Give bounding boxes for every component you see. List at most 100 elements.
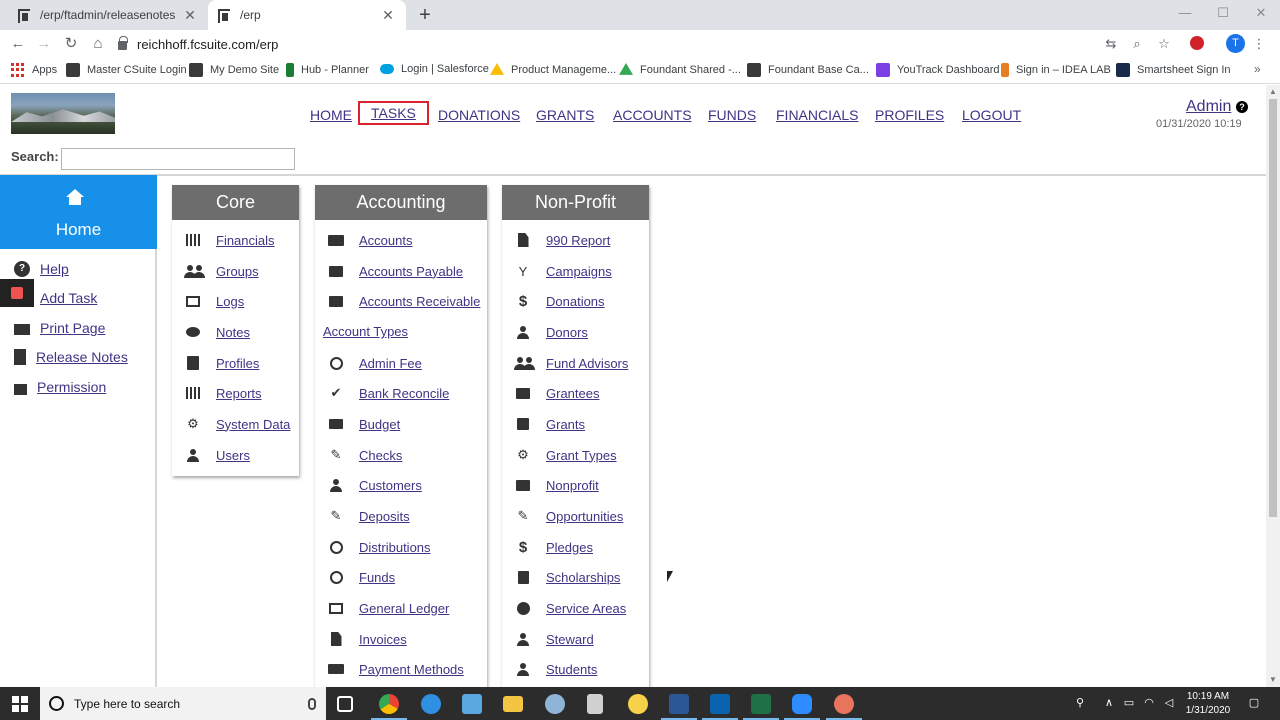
list-item[interactable]: Financials <box>184 232 275 248</box>
link[interactable]: Customers <box>359 478 422 493</box>
tool-icon[interactable] <box>462 694 482 714</box>
list-item[interactable]: Students <box>514 661 597 677</box>
list-item[interactable]: $ Donations <box>514 293 605 310</box>
link[interactable]: Service Areas <box>546 601 626 616</box>
edge-icon[interactable] <box>421 694 441 714</box>
browser-tab[interactable]: /erp/ftadmin/releasenotes ✕ <box>8 0 208 30</box>
scrollbar-thumb[interactable] <box>1269 99 1277 517</box>
link[interactable]: Pledges <box>546 540 593 555</box>
nav-funds[interactable]: FUNDS <box>708 107 756 123</box>
link[interactable]: Students <box>546 662 597 677</box>
link[interactable]: Grantees <box>546 386 599 401</box>
link[interactable]: Admin Fee <box>359 356 422 371</box>
question-circle-icon[interactable]: ? <box>1236 101 1248 113</box>
link[interactable]: System Data <box>216 417 290 432</box>
link[interactable]: Nonprofit <box>546 478 599 493</box>
nav-tasks[interactable]: TASKS <box>358 101 429 125</box>
list-item[interactable]: Logs <box>184 293 244 309</box>
link[interactable]: Grant Types <box>546 448 617 463</box>
home-tile[interactable]: Home <box>0 175 157 249</box>
paint-icon[interactable] <box>545 694 565 714</box>
system-clock[interactable]: 10:19 AM 1/31/2020 <box>1180 690 1236 718</box>
bookmarks-overflow-icon[interactable]: » <box>1254 62 1261 76</box>
chrome-icon[interactable] <box>379 694 399 714</box>
list-item[interactable]: Fund Advisors <box>514 355 628 371</box>
list-item[interactable]: Reports <box>184 385 262 401</box>
link[interactable]: Opportunities <box>546 509 623 524</box>
link[interactable]: Scholarships <box>546 570 620 585</box>
link[interactable]: Notes <box>216 325 250 340</box>
scroll-up-icon[interactable]: ▲ <box>1269 87 1277 96</box>
taskbar-search[interactable]: Type here to search <box>40 687 326 720</box>
list-item[interactable]: $ Pledges <box>514 539 593 556</box>
link[interactable]: Donors <box>546 325 588 340</box>
volume-icon[interactable]: ◁ <box>1160 687 1178 720</box>
list-item[interactable]: 990 Report <box>514 232 610 248</box>
list-item[interactable]: ⚙ Grant Types <box>514 447 617 463</box>
bookmark-item[interactable]: Product Manageme... <box>490 63 616 77</box>
nav-donations[interactable]: DONATIONS <box>438 107 520 123</box>
nav-financials[interactable]: FINANCIALS <box>776 107 858 123</box>
list-item[interactable]: ✎ Opportunities <box>514 508 624 524</box>
close-icon[interactable]: ✕ <box>380 7 396 24</box>
page-scrollbar[interactable]: ▲ ▼ <box>1266 85 1280 687</box>
link[interactable]: Reports <box>216 386 262 401</box>
bookmark-item[interactable]: Smartsheet Sign In <box>1116 63 1231 77</box>
people-icon[interactable]: ⚲ <box>1070 687 1090 720</box>
bookmark-item[interactable]: Hub - Planner <box>286 63 369 77</box>
link[interactable]: Budget <box>359 417 400 432</box>
windows-start-icon[interactable] <box>12 696 28 712</box>
list-item[interactable]: General Ledger <box>327 600 449 616</box>
bookmark-apps[interactable]: Apps <box>11 63 57 77</box>
scroll-down-icon[interactable]: ▼ <box>1269 675 1277 684</box>
link[interactable]: Financials <box>216 233 275 248</box>
sidebar-item-label[interactable]: Release Notes <box>36 349 128 365</box>
menu-dots-icon[interactable]: ⋮ <box>1249 34 1269 54</box>
zoom-icon[interactable] <box>792 694 812 714</box>
link[interactable]: Deposits <box>359 509 410 524</box>
list-item[interactable]: Profiles <box>184 355 259 371</box>
nav-accounts[interactable]: ACCOUNTS <box>613 107 692 123</box>
list-item[interactable]: Payment Methods <box>327 661 464 677</box>
chevron-up-icon[interactable]: ∧ <box>1100 687 1118 720</box>
link[interactable]: Logs <box>216 294 244 309</box>
link[interactable]: Payment Methods <box>359 662 464 677</box>
list-item[interactable]: Accounts Receivable <box>327 293 480 309</box>
list-item[interactable]: Invoices <box>327 631 407 647</box>
minimize-icon[interactable]: — <box>1166 0 1204 30</box>
link[interactable]: Donations <box>546 294 605 309</box>
link[interactable]: Accounts Receivable <box>359 294 480 309</box>
search-input[interactable] <box>61 148 295 170</box>
bookmark-item[interactable]: Login | Salesforce <box>380 63 489 75</box>
list-item[interactable]: Grants <box>514 416 585 432</box>
home-icon[interactable]: ⌂ <box>88 34 108 54</box>
nav-logout[interactable]: LOGOUT <box>962 107 1021 123</box>
sidebar-item-label[interactable]: Print Page <box>40 320 105 336</box>
list-item[interactable]: Service Areas <box>514 600 626 616</box>
bookmark-item[interactable]: Foundant Shared -... <box>619 63 741 77</box>
task-view-icon[interactable] <box>337 696 353 712</box>
list-item[interactable]: Budget <box>327 416 400 432</box>
microphone-icon[interactable] <box>308 697 316 710</box>
url-field[interactable]: reichhoff.fcsuite.com/erp <box>118 33 1158 55</box>
list-item[interactable]: Distributions <box>327 539 431 555</box>
nav-home[interactable]: HOME <box>310 107 352 123</box>
bookmark-item[interactable]: My Demo Site <box>189 63 279 77</box>
list-item[interactable]: Notes <box>184 324 250 340</box>
link[interactable]: Steward <box>546 632 594 647</box>
user-admin-link[interactable]: Admin <box>1186 98 1231 116</box>
list-item[interactable]: Admin Fee <box>327 355 422 371</box>
bookmark-item[interactable]: Foundant Base Ca... <box>747 63 869 77</box>
list-item[interactable]: Nonprofit <box>514 477 599 493</box>
maximize-icon[interactable]: ☐ <box>1204 0 1242 30</box>
link[interactable]: Invoices <box>359 632 407 647</box>
file-explorer-icon[interactable] <box>503 696 523 712</box>
window-close-icon[interactable]: ✕ <box>1242 0 1280 30</box>
nav-profiles[interactable]: PROFILES <box>875 107 944 123</box>
site-logo[interactable] <box>11 93 115 134</box>
profile-avatar[interactable]: T <box>1226 34 1245 53</box>
word-icon[interactable] <box>669 694 689 714</box>
browser-tab-active[interactable]: /erp ✕ <box>208 0 406 30</box>
bookmark-item[interactable]: YouTrack Dashboard <box>876 63 1000 77</box>
link[interactable]: Funds <box>359 570 395 585</box>
